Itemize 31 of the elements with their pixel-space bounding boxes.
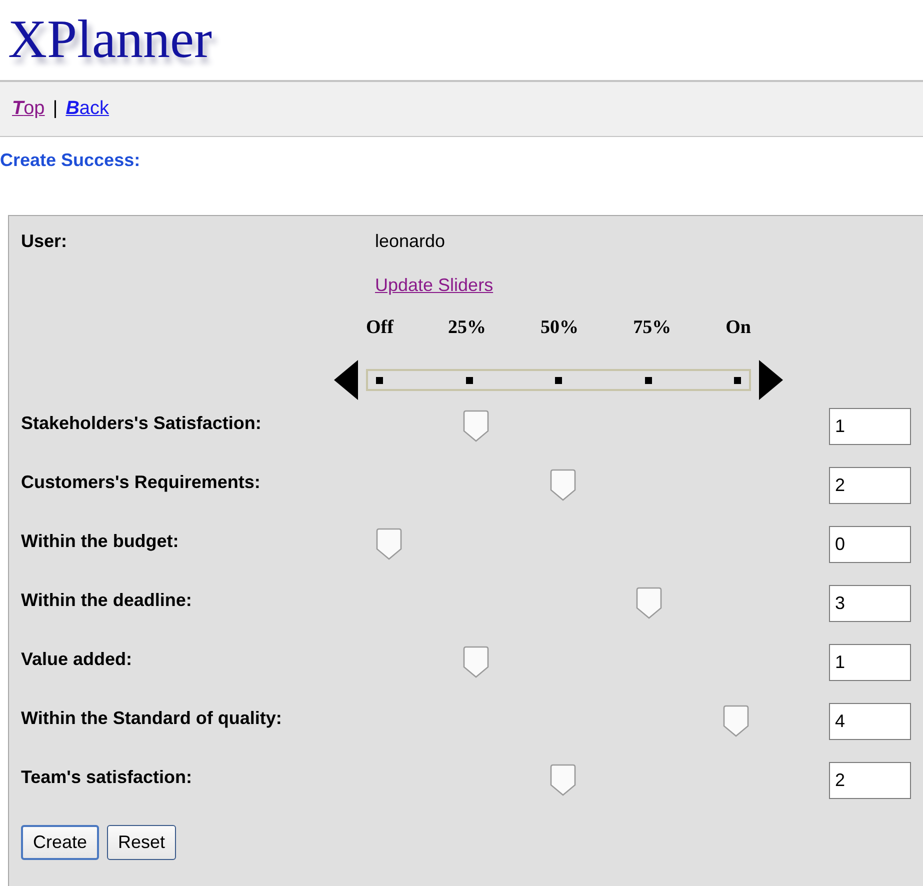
- site-logo: XPlanner: [7, 8, 212, 71]
- value-input[interactable]: 2: [829, 762, 911, 799]
- field-label: Within the deadline:: [21, 589, 193, 612]
- update-sliders-link[interactable]: Update Sliders: [375, 275, 494, 295]
- nav-link[interactable]: Top: [12, 94, 45, 124]
- left-arrow-icon[interactable]: [334, 360, 358, 400]
- separator: |: [52, 96, 58, 121]
- field-label: Team's satisfaction:: [21, 766, 193, 789]
- value-input[interactable]: 3: [829, 585, 911, 622]
- field-label: User:: [21, 230, 68, 253]
- value-input[interactable]: 2: [829, 467, 911, 504]
- value-input[interactable]: 1: [829, 408, 911, 445]
- value-input[interactable]: 4: [829, 703, 911, 740]
- form-button[interactable]: Create: [21, 825, 100, 860]
- value-input[interactable]: 1: [829, 644, 911, 681]
- field-label: Value added:: [21, 648, 134, 671]
- nav-link[interactable]: Back: [66, 94, 109, 124]
- scale-label: 25%: [448, 316, 486, 340]
- field-label: Within the Standard of quality:: [21, 707, 283, 730]
- status-message: Create Success:: [0, 149, 142, 172]
- scale-label: Off: [366, 316, 394, 340]
- field-label: Stakeholders's Satisfaction:: [21, 412, 262, 435]
- scale-label: On: [726, 316, 751, 340]
- form-button[interactable]: Reset: [107, 825, 176, 860]
- user-value: leonardo: [375, 231, 446, 251]
- value-input[interactable]: 0: [829, 526, 911, 563]
- field-label: Within the budget:: [21, 530, 180, 553]
- scale-label: 75%: [633, 316, 672, 340]
- scale-label: 50%: [540, 316, 579, 340]
- field-label: Customers's Requirements:: [21, 471, 262, 494]
- right-arrow-icon[interactable]: [759, 360, 783, 400]
